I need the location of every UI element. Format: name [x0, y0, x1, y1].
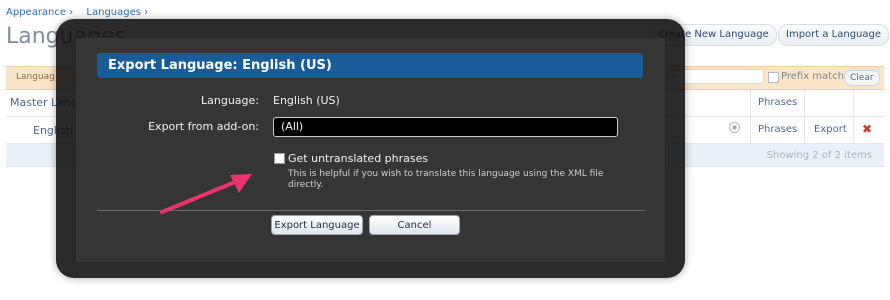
- showing-count: Showing 2 of 2 items: [766, 150, 872, 161]
- annotation-arrow-icon: [160, 174, 252, 214]
- export-link[interactable]: Export: [814, 124, 847, 135]
- untranslated-label[interactable]: Get untranslated phrases: [288, 152, 428, 165]
- prefix-match-label: Prefix match: [781, 71, 844, 82]
- untranslated-checkbox[interactable]: [274, 153, 285, 164]
- addon-label: Export from add-on:: [148, 120, 259, 133]
- column-divider: [853, 90, 854, 144]
- breadcrumb-appearance[interactable]: Appearance ›: [6, 7, 73, 18]
- default-language-radio[interactable]: [729, 122, 740, 133]
- filter-label: Languag: [16, 72, 55, 82]
- dialog-title: Export Language: English (US): [97, 53, 643, 78]
- phrases-link[interactable]: Phrases: [758, 124, 797, 135]
- language-label: Language:: [201, 94, 259, 107]
- clear-filter-button[interactable]: Clear: [844, 70, 880, 86]
- delete-icon[interactable]: ✖: [862, 122, 872, 136]
- cancel-button[interactable]: Cancel: [369, 215, 460, 235]
- prefix-match-checkbox[interactable]: [768, 72, 779, 83]
- breadcrumb-languages[interactable]: Languages ›: [86, 7, 148, 18]
- import-language-button[interactable]: Import a Language: [778, 24, 890, 46]
- export-language-dialog: Export Language: English (US) Language: …: [76, 38, 665, 262]
- untranslated-hint: This is helpful if you wish to translate…: [288, 169, 604, 190]
- column-divider: [750, 90, 751, 144]
- language-value: English (US): [273, 94, 340, 107]
- addon-select[interactable]: (All): [273, 117, 618, 137]
- breadcrumb: Appearance › Languages ›: [6, 7, 158, 18]
- export-language-button[interactable]: Export Language: [271, 215, 363, 235]
- phrases-link[interactable]: Phrases: [758, 97, 797, 108]
- column-divider: [804, 90, 805, 144]
